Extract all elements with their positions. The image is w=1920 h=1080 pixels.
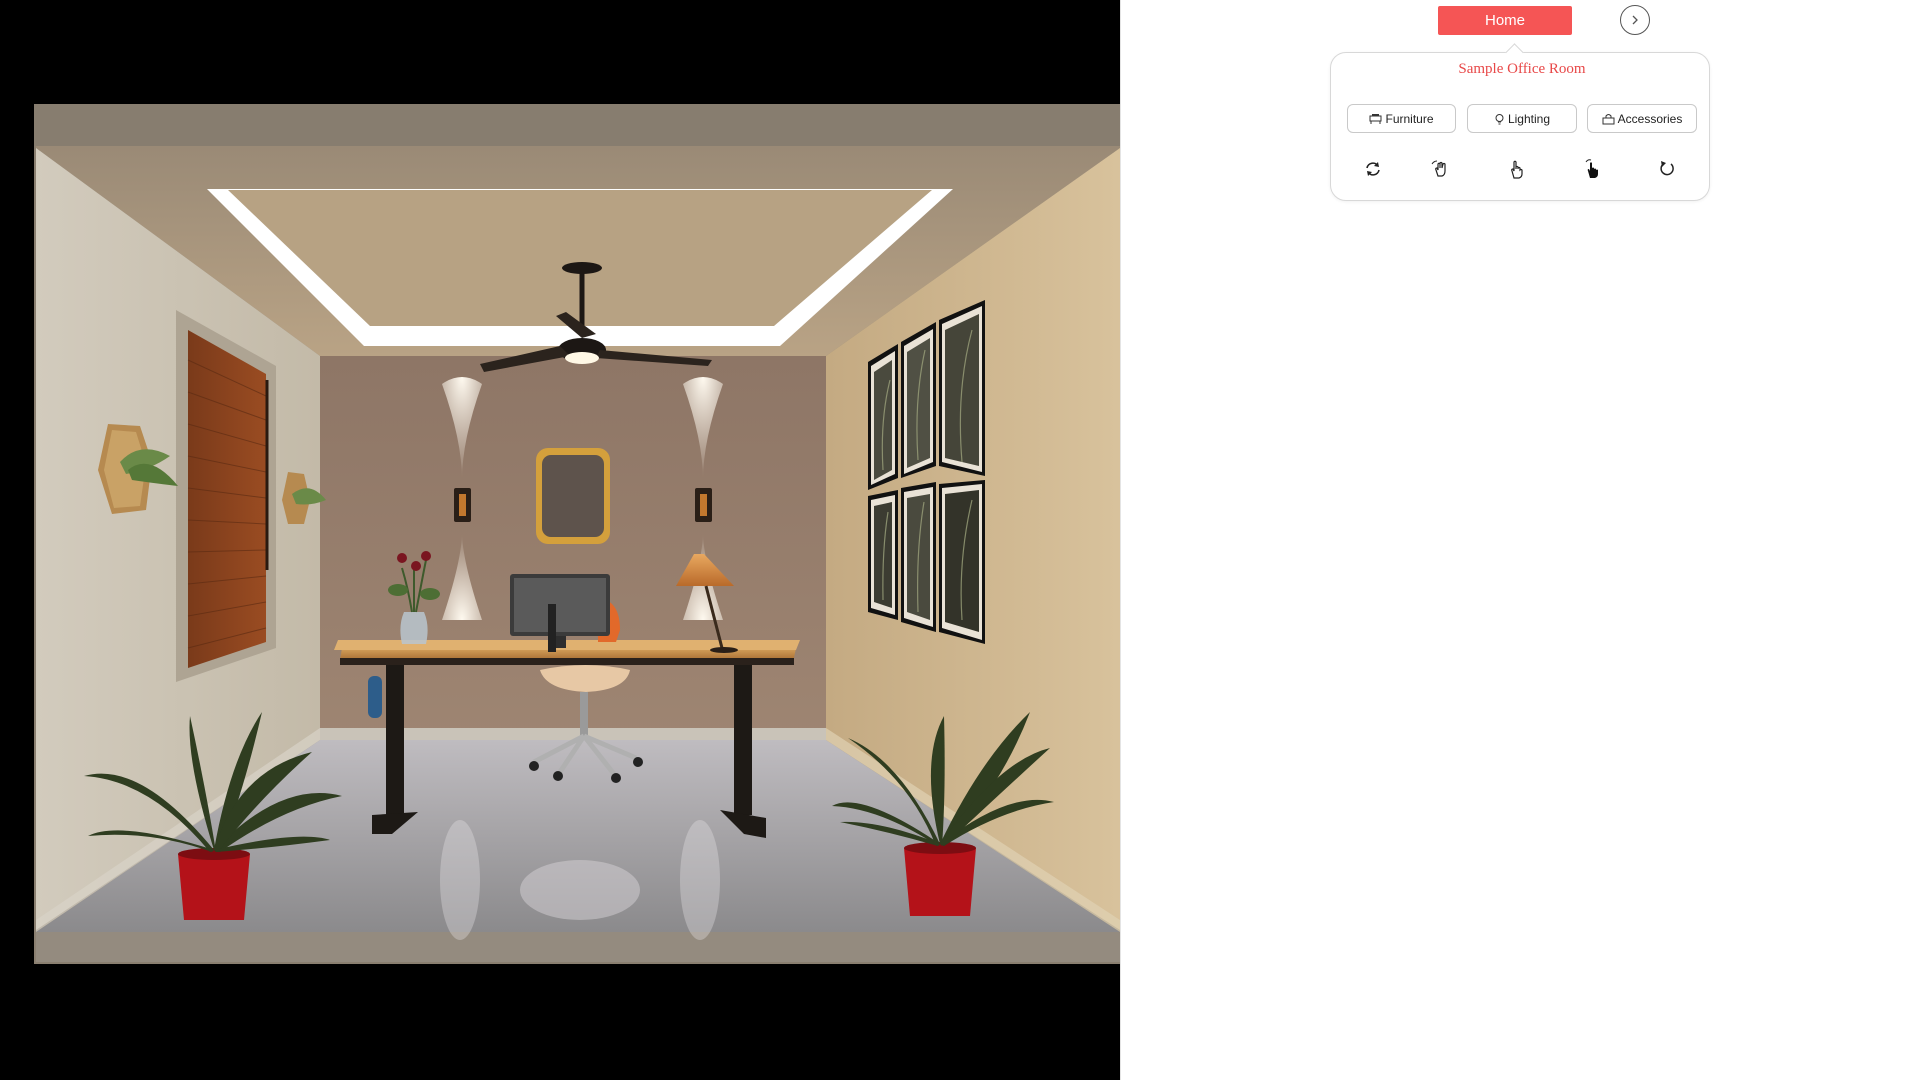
pan-hand-icon	[1511, 160, 1523, 179]
room-3d-viewport[interactable]	[0, 0, 1120, 1080]
reset-view-button[interactable]	[1360, 156, 1386, 182]
lighting-icon	[1495, 113, 1504, 124]
furniture-button[interactable]: Furniture	[1347, 104, 1456, 133]
tap-select-button[interactable]	[1580, 156, 1606, 182]
rotate-button[interactable]	[1654, 156, 1680, 182]
reset-rotate-icon	[1366, 162, 1380, 176]
lighting-button[interactable]: Lighting	[1467, 104, 1577, 133]
tap-select-icon	[1585, 159, 1598, 178]
accessories-icon	[1602, 113, 1615, 124]
swipe-hand-icon	[1431, 160, 1446, 177]
home-button[interactable]: Home	[1438, 6, 1572, 35]
pan-button[interactable]	[1504, 156, 1530, 182]
chevron-right-icon	[1632, 15, 1638, 25]
office-room-scene	[34, 104, 1120, 964]
swipe-button[interactable]	[1428, 156, 1454, 182]
room-title: Sample Office Room	[1458, 61, 1586, 77]
next-button[interactable]	[1620, 5, 1650, 35]
lighting-label: Lighting	[1507, 111, 1551, 126]
accessories-button[interactable]: Accessories	[1587, 104, 1697, 133]
furniture-label: Furniture	[1385, 111, 1434, 126]
furniture-icon	[1369, 113, 1382, 124]
rotate-icon	[1660, 161, 1674, 176]
accessories-label: Accessories	[1617, 111, 1683, 126]
